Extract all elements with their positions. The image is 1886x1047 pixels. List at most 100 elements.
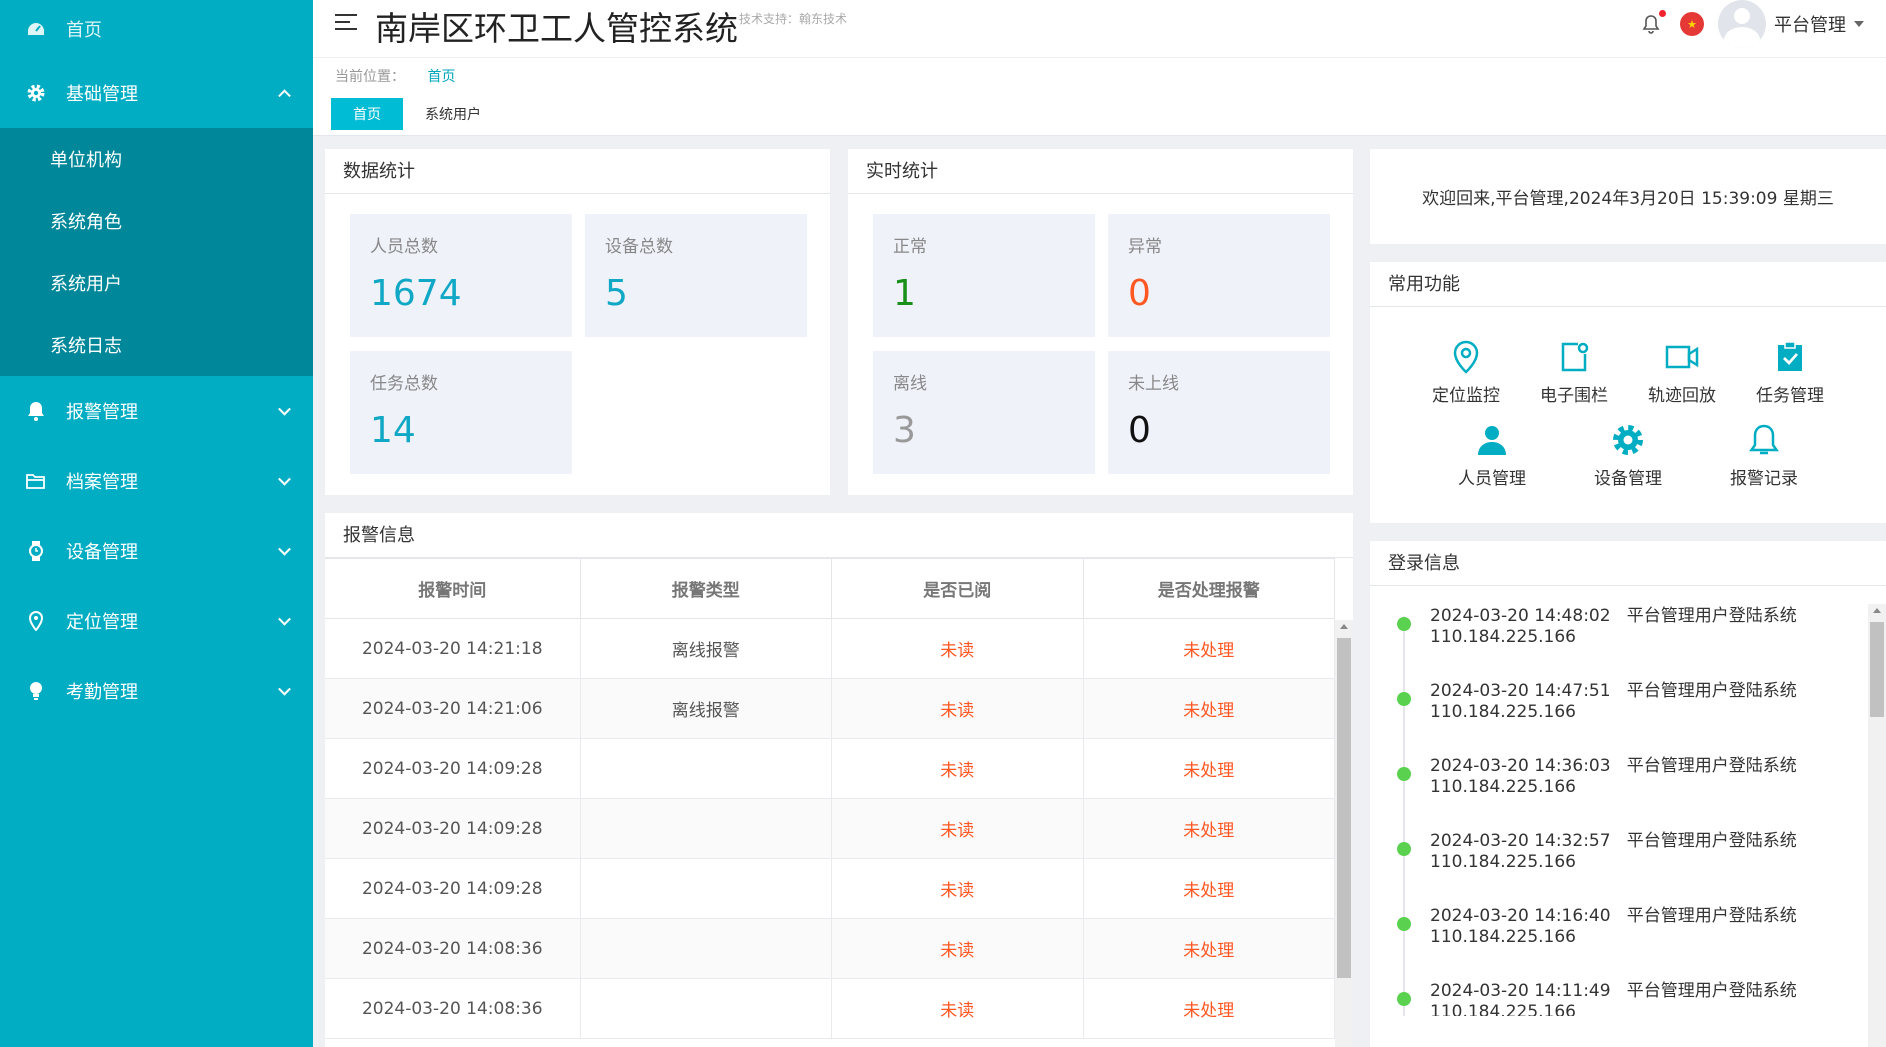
table-row[interactable]: 2024-03-20 14:21:18 离线报警 未读 未处理 — [325, 619, 1335, 679]
login-entry-ip: 110.184.225.166 — [1430, 852, 1577, 872]
stat-total-tasks[interactable]: 任务总数 14 — [350, 351, 572, 474]
handled-status-cell: 未处理 — [1084, 679, 1335, 738]
stat-total-devices[interactable]: 设备总数 5 — [585, 214, 807, 337]
read-status-cell: 未读 — [832, 859, 1084, 918]
submenu-item-org[interactable]: 单位机构 — [0, 128, 313, 190]
tech-support-text: 技术支持：翰东技术 — [739, 12, 848, 26]
submenu-item-logs[interactable]: 系统日志 — [0, 314, 313, 376]
scrollbar-thumb[interactable] — [1870, 622, 1884, 717]
login-entry-text: 2024-03-20 14:16:40 平台管理用户登陆系统 110.184.22… — [1430, 906, 1797, 948]
column-header[interactable]: 报警时间 — [325, 559, 581, 618]
func-geofence[interactable]: 电子围栏 — [1520, 339, 1628, 406]
stat-value: 1674 — [370, 273, 462, 314]
sidebar-item-label: 定位管理 — [66, 612, 138, 633]
func-device-management[interactable]: 设备管理 — [1560, 422, 1696, 489]
stat-not-online[interactable]: 未上线 0 — [1108, 351, 1330, 474]
notification-dot — [1659, 10, 1666, 17]
stat-label: 异常 — [1128, 237, 1162, 257]
sidebar-item-home[interactable]: 首页 — [0, 0, 313, 58]
sidebar-item-location[interactable]: 定位管理 — [0, 586, 313, 656]
table-row[interactable]: 2024-03-20 14:08:36 未读 未处理 — [325, 919, 1335, 979]
func-personnel[interactable]: 人员管理 — [1424, 422, 1560, 489]
notification-bell-icon[interactable] — [1642, 10, 1666, 34]
login-entry-ip: 110.184.225.166 — [1430, 702, 1577, 722]
chevron-down-icon — [278, 682, 291, 696]
tab-home[interactable]: 首页 — [331, 98, 403, 130]
alarm-type-cell — [581, 739, 832, 798]
handled-status-cell: 未处理 — [1084, 919, 1335, 978]
table-row[interactable]: 2024-03-20 14:09:28 未读 未处理 — [325, 739, 1335, 799]
table-scrollbar[interactable] — [1335, 620, 1353, 1047]
read-status-cell: 未读 — [832, 619, 1084, 678]
stat-abnormal[interactable]: 异常 0 — [1108, 214, 1330, 337]
func-task-management[interactable]: 任务管理 — [1736, 339, 1844, 406]
read-status-cell: 未读 — [832, 739, 1084, 798]
dashboard-icon — [26, 19, 46, 39]
stat-normal[interactable]: 正常 1 — [873, 214, 1095, 337]
table-row[interactable]: 2024-03-20 14:21:06 离线报警 未读 未处理 — [325, 679, 1335, 739]
watch-icon — [26, 541, 46, 561]
function-grid: 定位监控 电子围栏 轨迹回放 任务管理 人员管理 设备管理 报警记录 — [1370, 307, 1886, 489]
breadcrumb-current[interactable]: 首页 — [427, 69, 455, 85]
table-row[interactable]: 2024-03-20 14:08:36 未读 未处理 — [325, 979, 1335, 1039]
timeline-line — [1403, 616, 1405, 1016]
user-name[interactable]: 平台管理 — [1774, 11, 1846, 37]
card-title: 数据统计 — [325, 149, 830, 194]
stat-offline[interactable]: 离线 3 — [873, 351, 1095, 474]
read-status-cell: 未读 — [832, 919, 1084, 978]
alarm-time-cell: 2024-03-20 14:09:28 — [325, 739, 581, 798]
stat-label: 未上线 — [1128, 374, 1179, 394]
stat-total-people[interactable]: 人员总数 1674 — [350, 214, 572, 337]
scrollbar-thumb[interactable] — [1337, 638, 1351, 978]
menu-toggle-icon[interactable] — [335, 14, 357, 32]
login-timeline: 2024-03-20 14:48:02 平台管理用户登陆系统 110.184.22… — [1370, 586, 1886, 1016]
table-body: 2024-03-20 14:21:18 离线报警 未读 未处理 2024-03-20 1… — [325, 619, 1335, 1039]
chevron-up-icon — [278, 89, 291, 103]
submenu-item-users[interactable]: 系统用户 — [0, 252, 313, 314]
sidebar-item-alarm[interactable]: 报警管理 — [0, 376, 313, 446]
sidebar-item-basic[interactable]: 基础管理 — [0, 58, 313, 128]
column-header[interactable]: 报警类型 — [581, 559, 832, 618]
func-location-monitor[interactable]: 定位监控 — [1412, 339, 1520, 406]
breadcrumb-bar: 当前位置： 首页 首页 系统用户 — [313, 58, 1886, 136]
alarm-type-cell: 离线报警 — [581, 679, 832, 738]
tab-system-users[interactable]: 系统用户 — [403, 98, 503, 130]
handled-status-cell: 未处理 — [1084, 739, 1335, 798]
location-pin-icon — [26, 611, 46, 631]
submenu-item-roles[interactable]: 系统角色 — [0, 190, 313, 252]
func-alarm-records[interactable]: 报警记录 — [1696, 422, 1832, 489]
sidebar-item-device[interactable]: 设备管理 — [0, 516, 313, 586]
sidebar-item-label: 考勤管理 — [66, 682, 138, 703]
login-entry-text: 2024-03-20 14:47:51 平台管理用户登陆系统 110.184.22… — [1430, 681, 1797, 723]
alarm-time-cell: 2024-03-20 14:21:06 — [325, 679, 581, 738]
alarm-type-cell — [581, 859, 832, 918]
avatar[interactable] — [1718, 0, 1766, 48]
login-entry-ip: 110.184.225.166 — [1430, 777, 1577, 797]
func-track-playback[interactable]: 轨迹回放 — [1628, 339, 1736, 406]
func-label: 定位监控 — [1432, 386, 1500, 406]
func-label: 轨迹回放 — [1648, 386, 1716, 406]
bell-icon — [26, 401, 46, 421]
func-label: 任务管理 — [1756, 386, 1824, 406]
timeline-dot — [1397, 617, 1411, 631]
sidebar-item-archive[interactable]: 档案管理 — [0, 446, 313, 516]
caret-down-icon[interactable] — [1854, 21, 1864, 27]
china-flag-icon[interactable]: ★ — [1680, 12, 1704, 36]
column-header[interactable]: 是否处理报警 — [1084, 559, 1335, 618]
func-label: 设备管理 — [1594, 469, 1662, 489]
column-header[interactable]: 是否已阅 — [832, 559, 1084, 618]
login-scrollbar[interactable] — [1868, 604, 1886, 1047]
top-header: 南岸区环卫工人管控系统 技术支持：翰东技术 ★ 平台管理 — [313, 0, 1886, 58]
table-row[interactable]: 2024-03-20 14:09:28 未读 未处理 — [325, 859, 1335, 919]
geofence-icon — [1556, 339, 1592, 375]
scroll-up-arrow-icon[interactable] — [1873, 608, 1881, 613]
lightbulb-icon — [26, 681, 46, 701]
table-row[interactable]: 2024-03-20 14:09:28 未读 未处理 — [325, 799, 1335, 859]
login-entry-line: 2024-03-20 14:36:03 平台管理用户登陆系统 — [1430, 756, 1797, 776]
table-header-row: 报警时间 报警类型 是否已阅 是否处理报警 — [325, 558, 1335, 619]
sidebar-item-attendance[interactable]: 考勤管理 — [0, 656, 313, 726]
alarms-table: 报警时间 报警类型 是否已阅 是否处理报警 2024-03-20 14:21:1… — [325, 558, 1335, 1039]
login-entry-text: 2024-03-20 14:36:03 平台管理用户登陆系统 110.184.22… — [1430, 756, 1797, 798]
scroll-up-arrow-icon[interactable] — [1340, 624, 1348, 629]
alarm-type-cell: 离线报警 — [581, 619, 832, 678]
